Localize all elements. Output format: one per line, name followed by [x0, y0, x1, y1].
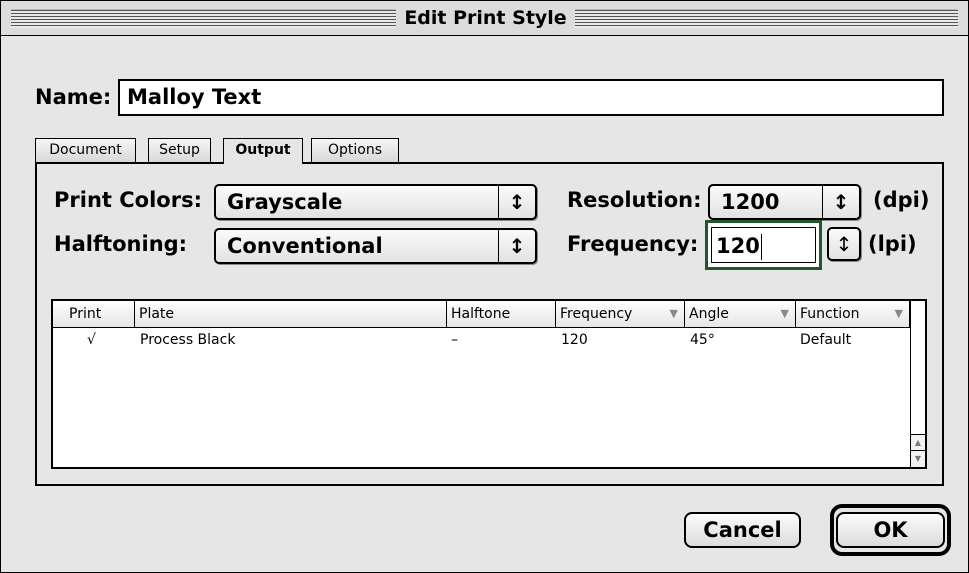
name-label: Name:: [35, 85, 112, 109]
scroll-up-arrow-icon[interactable]: ▲: [911, 434, 925, 451]
column-header-function[interactable]: Function ▼: [796, 301, 910, 327]
frequency-input[interactable]: 120: [705, 220, 822, 270]
print-colors-popup[interactable]: Grayscale ↕: [214, 184, 537, 220]
cell-plate: Process Black: [140, 332, 236, 348]
halftoning-popup[interactable]: Conventional ↕: [214, 228, 537, 264]
tab-document[interactable]: Document: [35, 138, 136, 162]
name-input[interactable]: Malloy Text: [118, 79, 944, 116]
updown-arrows-icon: ↕: [498, 230, 535, 262]
window-edge: [1, 1, 9, 35]
cell-halftone: –: [451, 332, 458, 348]
updown-arrows-icon: ↕: [835, 232, 853, 256]
frequency-unit: (lpi): [868, 232, 917, 256]
title-bar-stripes-left: [11, 9, 396, 28]
title-bar-stripes-right: [575, 9, 958, 28]
table-header: Print Plate Halftone Frequency ▼ Angle ▼ F…: [53, 301, 910, 328]
column-header-angle[interactable]: Angle ▼: [685, 301, 796, 327]
resolution-unit: (dpi): [873, 188, 930, 212]
table-scrollbar[interactable]: ▲ ▼: [910, 301, 925, 467]
cell-frequency: 120: [561, 332, 588, 348]
title-bar[interactable]: Edit Print Style: [1, 1, 968, 36]
sort-down-icon: ▼: [894, 307, 903, 320]
cell-angle: 45°: [690, 332, 715, 348]
resolution-value: 1200: [721, 190, 780, 214]
resolution-popup[interactable]: 1200 ↕: [708, 184, 861, 220]
print-colors-label: Print Colors:: [54, 188, 202, 212]
ok-button[interactable]: OK: [836, 512, 945, 548]
updown-arrows-icon: ↕: [498, 186, 535, 218]
tab-options[interactable]: Options: [311, 138, 399, 162]
text-cursor: [760, 234, 762, 260]
edit-print-style-dialog: Edit Print Style Name: Malloy Text Docum…: [0, 0, 969, 573]
resolution-label: Resolution:: [567, 188, 702, 212]
print-colors-value: Grayscale: [227, 190, 343, 214]
cell-print[interactable]: √: [87, 329, 96, 351]
frequency-input-inner[interactable]: 120: [711, 227, 816, 263]
column-header-print[interactable]: Print: [53, 301, 135, 327]
cancel-button[interactable]: Cancel: [684, 512, 801, 548]
frequency-value: 120: [716, 234, 760, 258]
window-title: Edit Print Style: [396, 5, 575, 31]
tab-output[interactable]: Output: [223, 138, 303, 164]
halftoning-value: Conventional: [227, 234, 383, 258]
halftoning-label: Halftoning:: [54, 232, 188, 256]
scroll-down-arrow-icon[interactable]: ▼: [911, 450, 925, 467]
column-header-halftone[interactable]: Halftone: [447, 301, 556, 327]
plates-table[interactable]: Print Plate Halftone Frequency ▼ Angle ▼ F…: [51, 299, 927, 469]
frequency-label: Frequency:: [567, 232, 699, 256]
sort-down-icon: ▼: [669, 307, 678, 320]
sort-down-icon: ▼: [780, 307, 789, 320]
tab-setup[interactable]: Setup: [148, 138, 211, 162]
column-header-plate[interactable]: Plate: [135, 301, 447, 327]
frequency-stepper[interactable]: ↕: [827, 227, 861, 261]
updown-arrows-icon: ↕: [822, 186, 859, 218]
column-header-frequency[interactable]: Frequency ▼: [556, 301, 685, 327]
cell-function: Default: [800, 332, 852, 348]
